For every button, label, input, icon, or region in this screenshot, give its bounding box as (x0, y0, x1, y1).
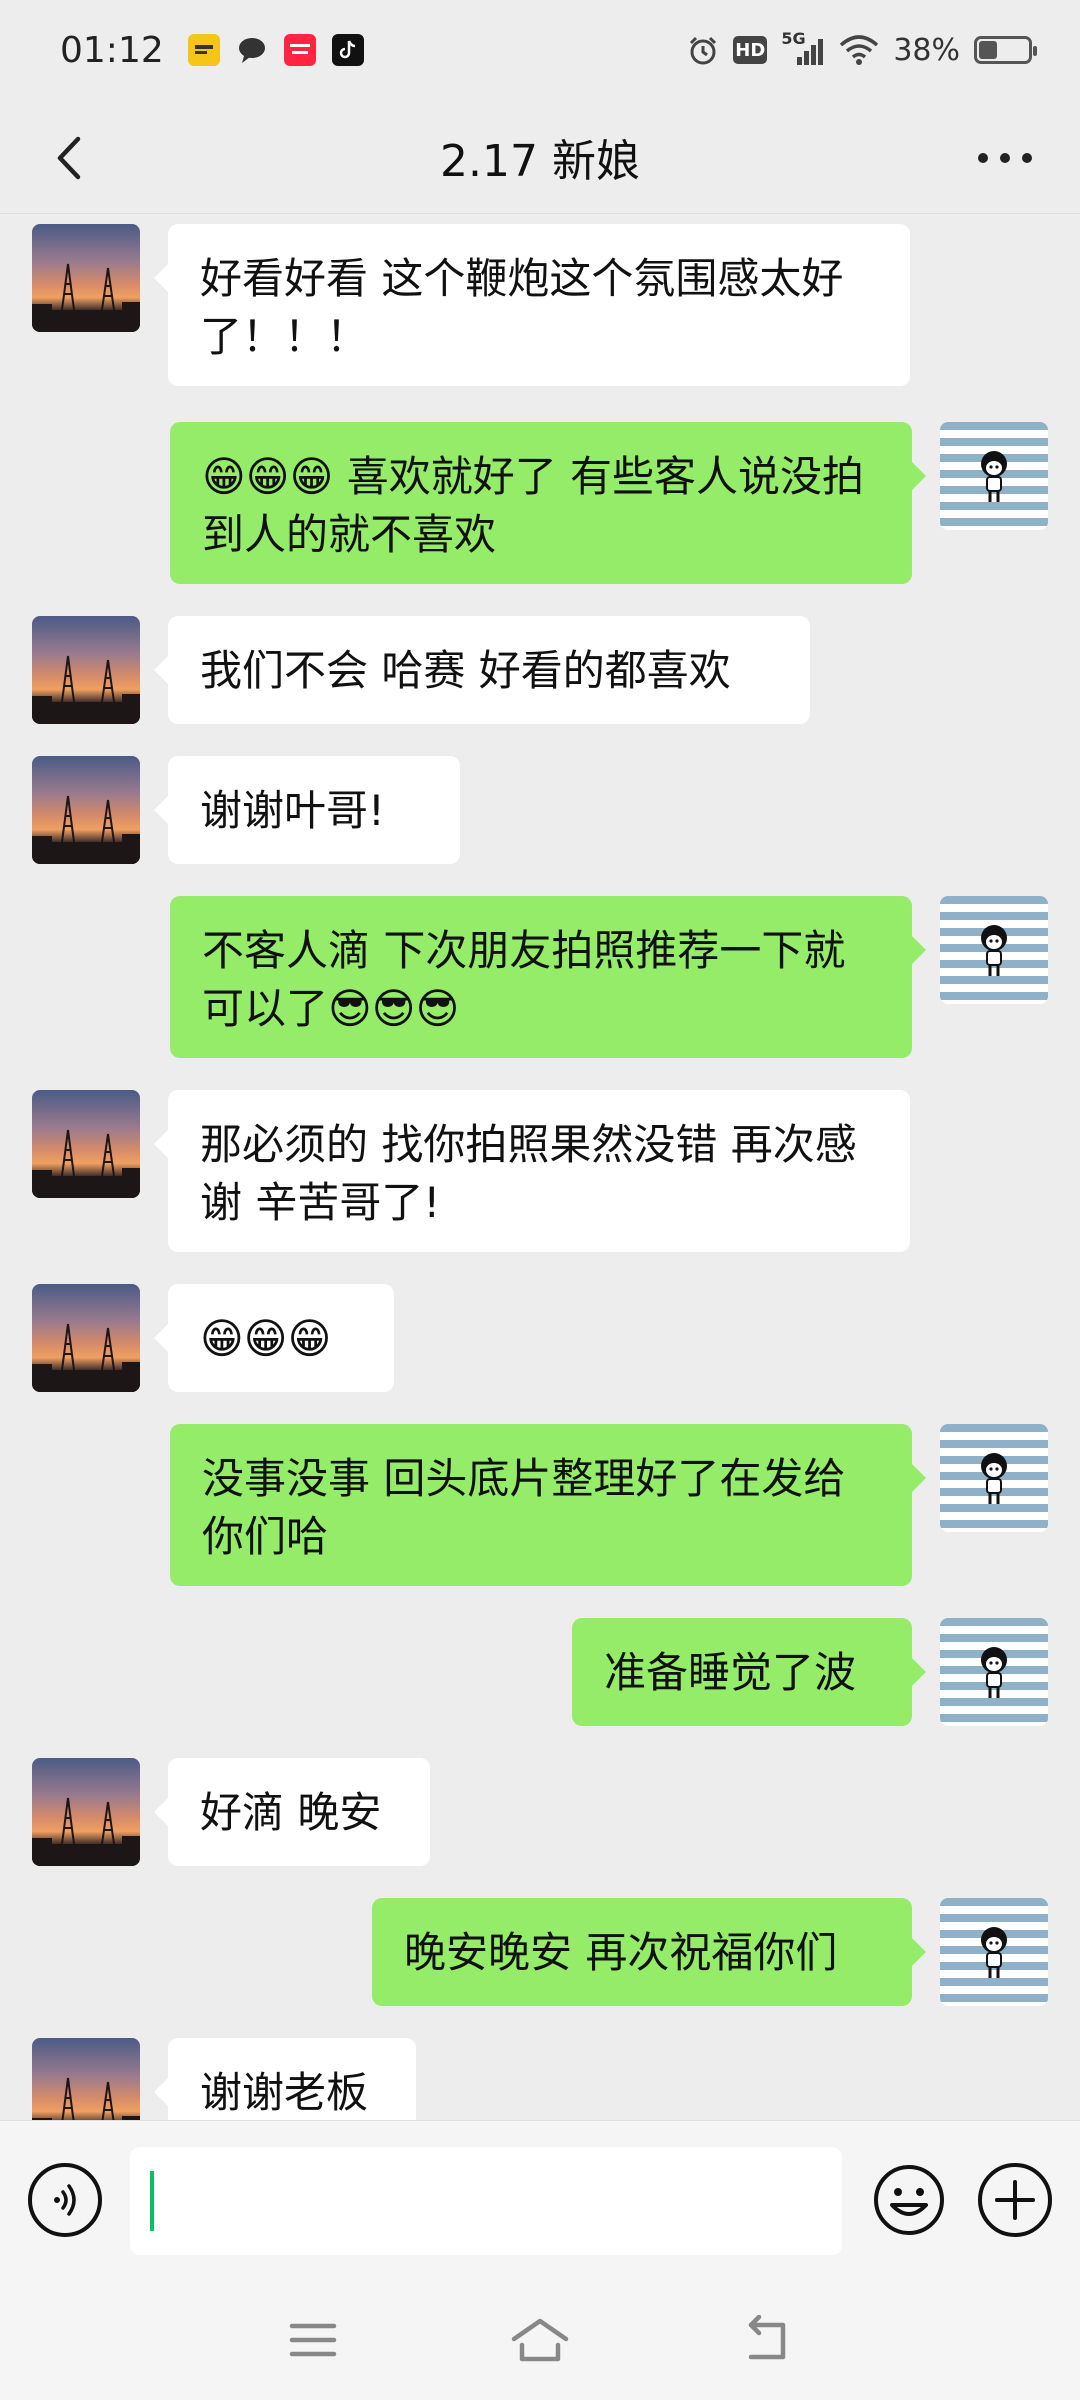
sunset-image (32, 224, 140, 332)
cartoon-avatar-image (940, 422, 1048, 530)
incoming-message: 谢谢叶哥! (0, 746, 1080, 874)
voice-button[interactable] (28, 2163, 102, 2237)
emoji-button[interactable] (872, 2163, 946, 2237)
chat-header: 2.17 新娘 (0, 100, 1080, 214)
sunset-image (32, 1284, 140, 1392)
status-left: 01:12 (60, 30, 364, 71)
alarm-icon (687, 34, 719, 66)
plus-icon (995, 2180, 1035, 2220)
message-bubble-icon (236, 34, 268, 66)
my-avatar[interactable] (940, 896, 1048, 1004)
battery-percent: 38% (893, 32, 960, 68)
plus-button[interactable] (978, 2163, 1052, 2237)
my-avatar[interactable] (940, 1618, 1048, 1726)
hd-label: HD (735, 39, 766, 61)
sunset-image (32, 1090, 140, 1198)
message-bubble[interactable]: 😁😁😁 (154, 1284, 394, 1392)
message-bubble[interactable]: 晚安晚安 再次祝福你们 (372, 1898, 926, 2006)
contact-avatar[interactable] (32, 224, 140, 332)
contact-avatar[interactable] (32, 1090, 140, 1198)
message-bubble[interactable]: 准备睡觉了波 (572, 1618, 926, 1726)
text-cursor (150, 2171, 154, 2231)
emoji-icon (874, 2165, 944, 2235)
incoming-message: 好滴 晚安 (0, 1748, 1080, 1876)
incoming-message: 那必须的 找你拍照果然没错 再次感谢 辛苦哥了! (0, 1080, 1080, 1262)
outgoing-message: 😁😁😁 喜欢就好了 有些客人说没拍到人的就不喜欢 (0, 412, 1080, 594)
hd-icon: HD (733, 36, 768, 64)
page-title: 2.17 新娘 (440, 135, 640, 187)
menu-icon (290, 2323, 337, 2357)
app-icon-yellow (187, 34, 220, 66)
incoming-message: 我们不会 哈赛 好看的都喜欢 (0, 606, 1080, 734)
home-icon (511, 2318, 569, 2362)
message-bubble[interactable]: 我们不会 哈赛 好看的都喜欢 (154, 616, 810, 724)
contact-avatar[interactable] (32, 1758, 140, 1866)
message-bubble[interactable]: 😁😁😁 喜欢就好了 有些客人说没拍到人的就不喜欢 (170, 422, 926, 584)
contact-avatar[interactable] (32, 616, 140, 724)
wifi-icon (839, 33, 879, 67)
input-bar (0, 2120, 1080, 2280)
outgoing-message: 没事没事 回头底片整理好了在发给你们哈 (0, 1414, 1080, 1596)
my-avatar[interactable] (940, 1898, 1048, 2006)
message-input[interactable] (130, 2147, 842, 2255)
cartoon-avatar-image (940, 896, 1048, 1004)
sunset-image (32, 616, 140, 724)
contact-avatar[interactable] (32, 1284, 140, 1392)
chat-area[interactable]: 好看好看 这个鞭炮这个氛围感太好了！！！ 😁😁😁 喜欢就好了 有些客人说没拍到人的… (0, 214, 1080, 2120)
incoming-message: 谢谢老板 (0, 2028, 1080, 2120)
outgoing-message: 不客人滴 下次朋友拍照推荐一下就可以了😎😎😎 (0, 886, 1080, 1068)
contact-avatar[interactable] (32, 2038, 140, 2120)
contact-avatar[interactable] (32, 756, 140, 864)
incoming-message: 好看好看 这个鞭炮这个氛围感太好了！！！ (0, 214, 1080, 396)
status-bar: 01:12 HD 5G 38% (0, 0, 1080, 100)
cartoon-avatar-image (940, 1618, 1048, 1726)
status-time: 01:12 (60, 29, 164, 71)
more-button[interactable] (970, 128, 1040, 188)
signal-icon: 5G (781, 29, 825, 67)
message-bubble[interactable]: 谢谢叶哥! (154, 756, 460, 864)
message-bubble[interactable]: 没事没事 回头底片整理好了在发给你们哈 (170, 1424, 926, 1586)
outgoing-message: 准备睡觉了波 (0, 1608, 1080, 1736)
system-nav-bar (0, 2280, 1080, 2400)
my-avatar[interactable] (940, 1424, 1048, 1532)
cartoon-avatar-image (940, 1424, 1048, 1532)
message-bubble[interactable]: 好看好看 这个鞭炮这个氛围感太好了！！！ (154, 224, 910, 386)
incoming-message: 😁😁😁 (0, 1274, 1080, 1402)
voice-icon (54, 2184, 76, 2216)
cartoon-avatar-image (940, 1898, 1048, 2006)
back-button[interactable] (40, 128, 100, 188)
network-type: 5G (781, 29, 806, 48)
home-button[interactable] (505, 2310, 575, 2370)
tiktok-icon (331, 34, 364, 66)
message-bubble[interactable]: 好滴 晚安 (154, 1758, 430, 1866)
status-right: HD 5G 38% (687, 29, 1037, 68)
sunset-image (32, 1758, 140, 1866)
battery-fill (979, 41, 998, 59)
more-dots-icon (978, 153, 1032, 163)
sunset-image (32, 756, 140, 864)
menu-button[interactable] (278, 2310, 348, 2370)
message-bubble[interactable]: 那必须的 找你拍照果然没错 再次感谢 辛苦哥了! (154, 1090, 910, 1252)
sunset-image (32, 2038, 140, 2120)
message-bubble[interactable]: 谢谢老板 (154, 2038, 416, 2120)
my-avatar[interactable] (940, 422, 1048, 530)
chevron-left-icon (57, 136, 81, 180)
battery-icon (974, 36, 1037, 64)
outgoing-message: 晚安晚安 再次祝福你们 (0, 1888, 1080, 2016)
back-icon (748, 2315, 785, 2360)
redbook-app-icon (283, 34, 316, 66)
message-bubble[interactable]: 不客人滴 下次朋友拍照推荐一下就可以了😎😎😎 (170, 896, 926, 1058)
back-nav-button[interactable] (732, 2310, 802, 2370)
